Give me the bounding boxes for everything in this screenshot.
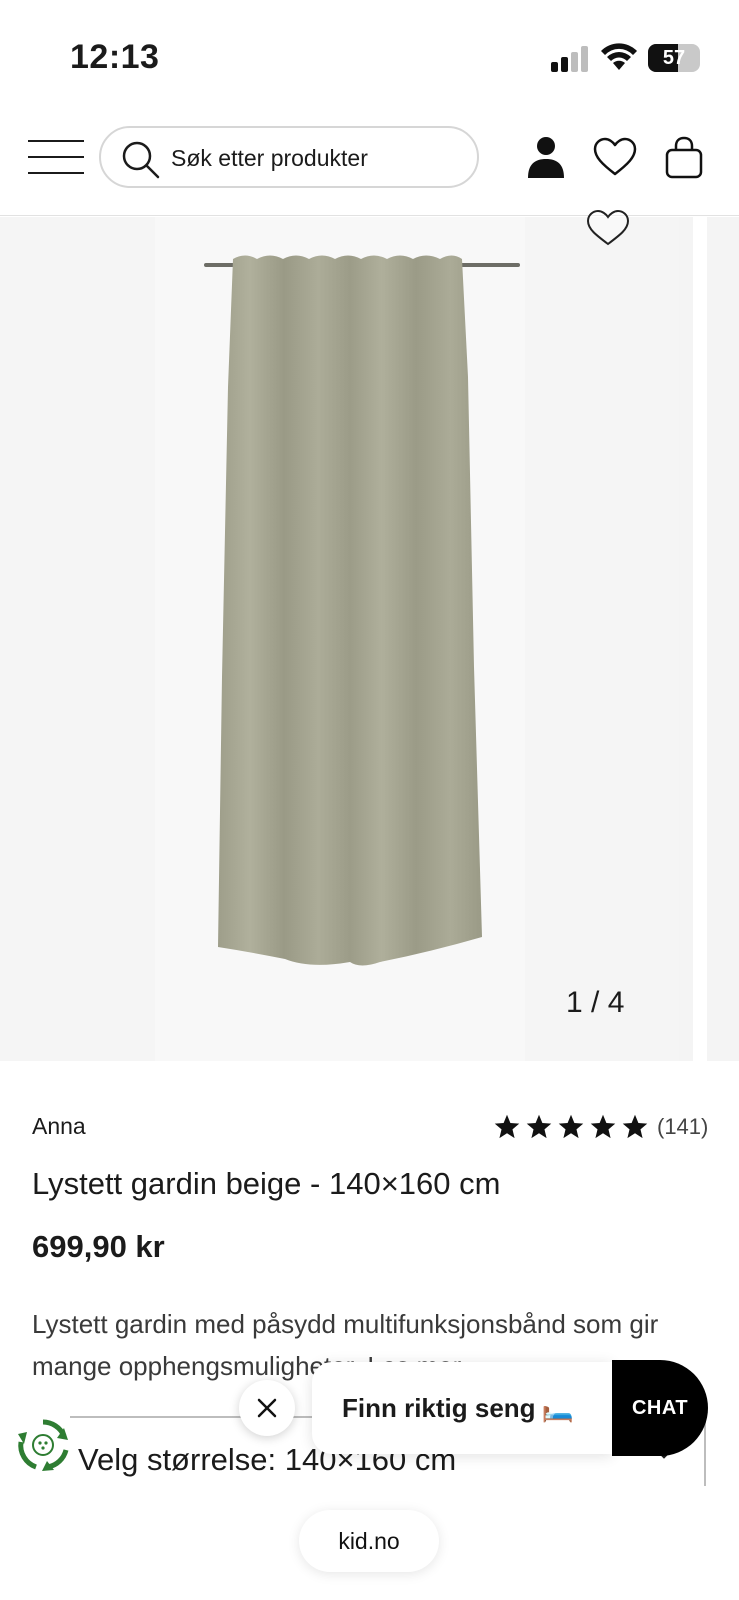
wishlist-heart-icon[interactable] [592,134,638,180]
star-icon [526,1114,552,1139]
menu-icon[interactable] [28,140,84,176]
star-icon [622,1114,648,1139]
search-input[interactable] [171,140,461,176]
battery-percent: 57 [662,47,686,69]
product-gallery[interactable] [0,217,739,1061]
close-icon [257,1398,277,1418]
cellular-signal-icon [551,46,591,72]
url-pill[interactable]: kid.no [299,1510,439,1572]
gallery-slide [0,217,679,1061]
eco-recycle-icon[interactable] [14,1416,72,1474]
browser-bottom-bar: kid.no [0,1486,739,1600]
search-box[interactable] [99,126,479,188]
chat-button[interactable]: CHAT [612,1360,708,1456]
status-time: 12:13 [70,38,160,76]
wifi-icon [601,43,637,70]
bed-icon: 🛏️ [541,1392,574,1423]
gallery-next-slide[interactable] [693,217,739,1061]
rating-stars [493,1113,649,1141]
promo-text: Finn riktig seng [342,1392,536,1423]
product-image-curtain [204,255,520,966]
account-icon[interactable] [523,134,569,180]
product-price: 699,90 kr [32,1229,165,1264]
favorite-heart-icon[interactable] [584,208,632,248]
product-brand[interactable]: Anna [32,1113,86,1140]
site-header [0,110,739,216]
product-rating[interactable]: (141) [493,1112,708,1142]
close-promo-button[interactable] [239,1380,295,1436]
status-bar: 12:13 57 [0,0,739,110]
shopping-bag-icon[interactable] [661,134,707,180]
rating-count: (141) [657,1114,709,1139]
search-icon [122,141,160,179]
star-icon [558,1114,584,1139]
promo-bubble[interactable]: Finn riktig seng 🛏️ [312,1362,612,1454]
star-icon [494,1114,520,1139]
star-icon [590,1114,616,1139]
gallery-counter: 1 / 4 [566,986,625,1019]
battery-icon: 57 [648,44,700,72]
product-title: Lystett gardin beige - 140×160 cm [32,1166,501,1201]
